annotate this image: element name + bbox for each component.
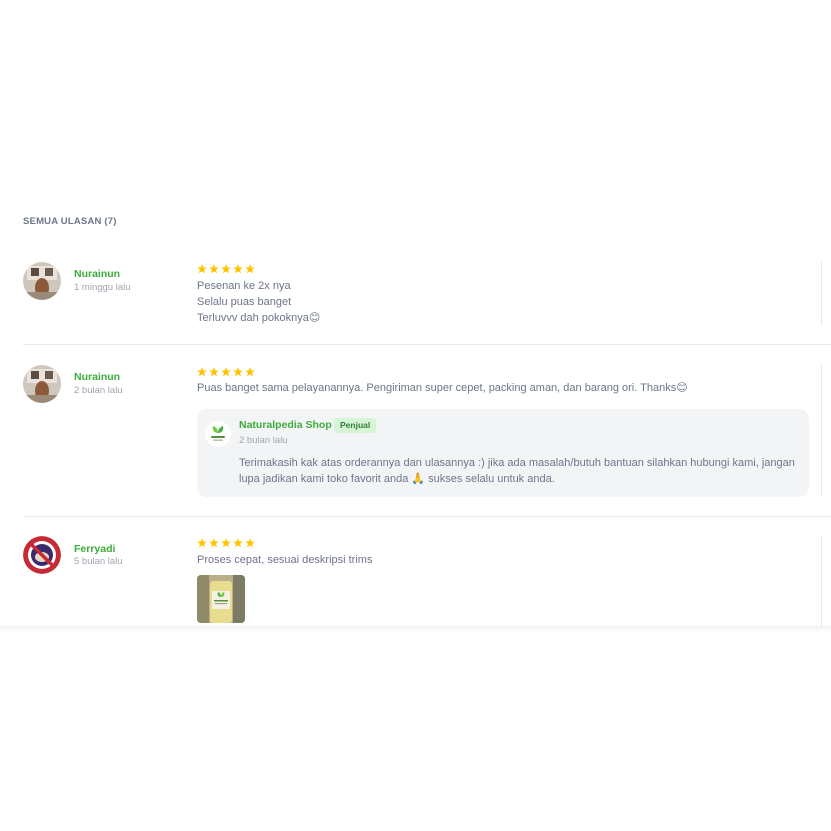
star-icon: [221, 367, 231, 377]
star-icon: [221, 538, 231, 548]
star-icon: [245, 264, 255, 274]
avatar[interactable]: [23, 536, 61, 574]
seller-badge: Penjual: [334, 418, 377, 433]
seller-name[interactable]: Naturalpedia Shop: [239, 419, 332, 431]
star-icon: [233, 538, 243, 548]
review-time: 5 bulan lalu: [74, 556, 123, 567]
star-icon: [197, 264, 207, 274]
user-name[interactable]: Nurainun: [74, 268, 120, 280]
review-text: Puas banget sama pelayanannya. Pengirima…: [197, 382, 688, 394]
review-time: 1 minggu lalu: [74, 282, 131, 293]
star-icon: [233, 367, 243, 377]
divider: [23, 516, 831, 517]
leaf-logo-icon[interactable]: [205, 421, 231, 447]
star-icon: [245, 367, 255, 377]
user-name[interactable]: Nurainun: [74, 371, 120, 383]
star-icon: [245, 538, 255, 548]
divider: [23, 344, 831, 345]
divider-vertical: [821, 262, 822, 326]
reply-time: 2 bulan lalu: [239, 435, 288, 446]
star-icon: [233, 264, 243, 274]
review-photo[interactable]: [197, 575, 245, 623]
review-time: 2 bulan lalu: [74, 385, 123, 396]
review-item: Ferryadi 5 bulan lalu Proses cepat, sesu…: [0, 524, 831, 628]
star-icon: [209, 538, 219, 548]
star-icon: [221, 264, 231, 274]
review-text: Proses cepat, sesuai deskripsi trims: [197, 554, 373, 566]
avatar[interactable]: [23, 365, 61, 403]
rating-stars: [197, 264, 255, 274]
divider-vertical: [821, 365, 822, 497]
review-item: Nurainun 2 bulan lalu Puas banget sama p…: [0, 353, 831, 517]
rating-stars: [197, 367, 255, 377]
rating-stars: [197, 538, 255, 548]
star-icon: [209, 367, 219, 377]
seller-reply: Naturalpedia Shop Penjual 2 bulan lalu T…: [197, 409, 809, 497]
star-icon: [209, 264, 219, 274]
user-name[interactable]: Ferryadi: [74, 543, 115, 555]
section-bottom-edge: [0, 626, 831, 632]
star-icon: [197, 538, 207, 548]
divider-vertical: [821, 536, 822, 626]
avatar[interactable]: [23, 262, 61, 300]
review-text: Pesenan ke 2x nya Selalu puas banget Ter…: [197, 280, 321, 324]
reply-text: Terimakasih kak atas orderannya dan ulas…: [239, 457, 795, 485]
star-icon: [197, 367, 207, 377]
review-item: Nurainun 1 minggu lalu Pesenan ke 2x nya…: [0, 250, 831, 345]
section-title: SEMUA ULASAN (7): [23, 216, 117, 227]
